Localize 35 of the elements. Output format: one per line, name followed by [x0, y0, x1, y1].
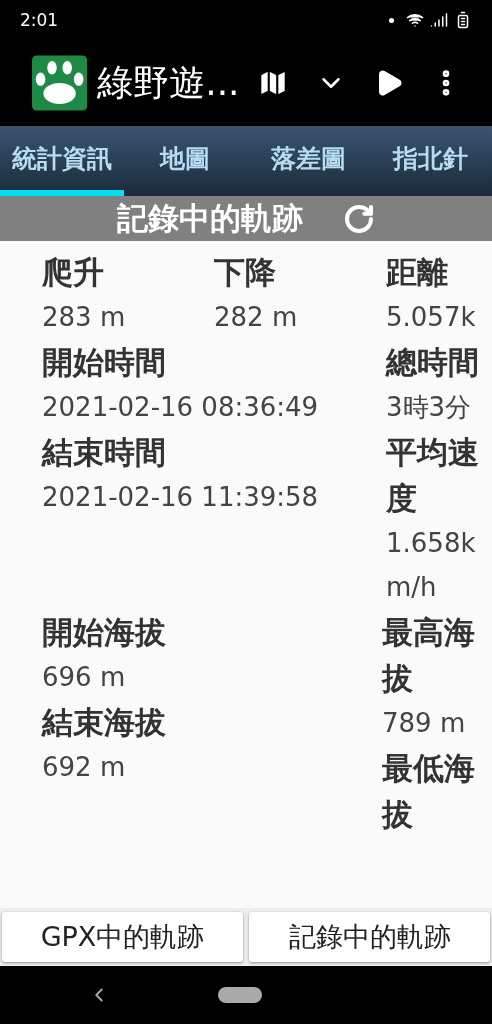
paw-logo-icon: [32, 54, 88, 112]
track-button[interactable]: GPX中的軌跡: [2, 912, 243, 962]
stat-label: 最低海拔: [382, 749, 476, 834]
stat-value: 1.658km/h: [386, 527, 477, 604]
tab[interactable]: 落差圖: [246, 126, 370, 196]
stat-label: 結束海拔: [42, 703, 166, 742]
stat-value: 283 m: [42, 301, 126, 334]
stat-label: 總時間: [386, 343, 479, 382]
stat-value: 282 m: [214, 301, 298, 334]
stat-label: 開始海拔: [42, 613, 166, 652]
stat-value: 5.057k: [386, 301, 476, 334]
stat-value: 789 m: [382, 707, 466, 740]
stat-label: 距離: [386, 253, 448, 292]
signal-icon: [430, 11, 448, 29]
stat-value: 3時3分: [386, 391, 472, 424]
stat-label: 平均速度: [386, 433, 480, 518]
wifi-icon: [406, 11, 424, 29]
stat-value: 2021-02-16 08:36:49: [42, 391, 319, 424]
app-title: 綠野遊...: [97, 60, 240, 105]
stat-value: 696 m: [42, 661, 126, 694]
stat-label: 下降: [214, 253, 276, 292]
refresh-icon[interactable]: [343, 202, 375, 235]
tab[interactable]: 指北針: [369, 126, 492, 196]
notification-dot-icon: [389, 17, 394, 23]
stat-label: 最高海拔: [382, 613, 476, 698]
track-button[interactable]: 記錄中的軌跡: [249, 912, 490, 962]
stat-value: 2021-02-16 11:39:58: [42, 481, 319, 514]
track-title: 記錄中的軌跡: [117, 198, 303, 238]
stat-value: 692 m: [42, 751, 126, 784]
stat-label: 爬升: [42, 253, 104, 292]
home-icon[interactable]: [218, 987, 262, 1003]
tab[interactable]: 地圖: [124, 126, 247, 196]
status-time: 2:01: [20, 10, 60, 30]
stat-label: 開始時間: [42, 343, 166, 382]
stat-label: 結束時間: [42, 433, 166, 472]
